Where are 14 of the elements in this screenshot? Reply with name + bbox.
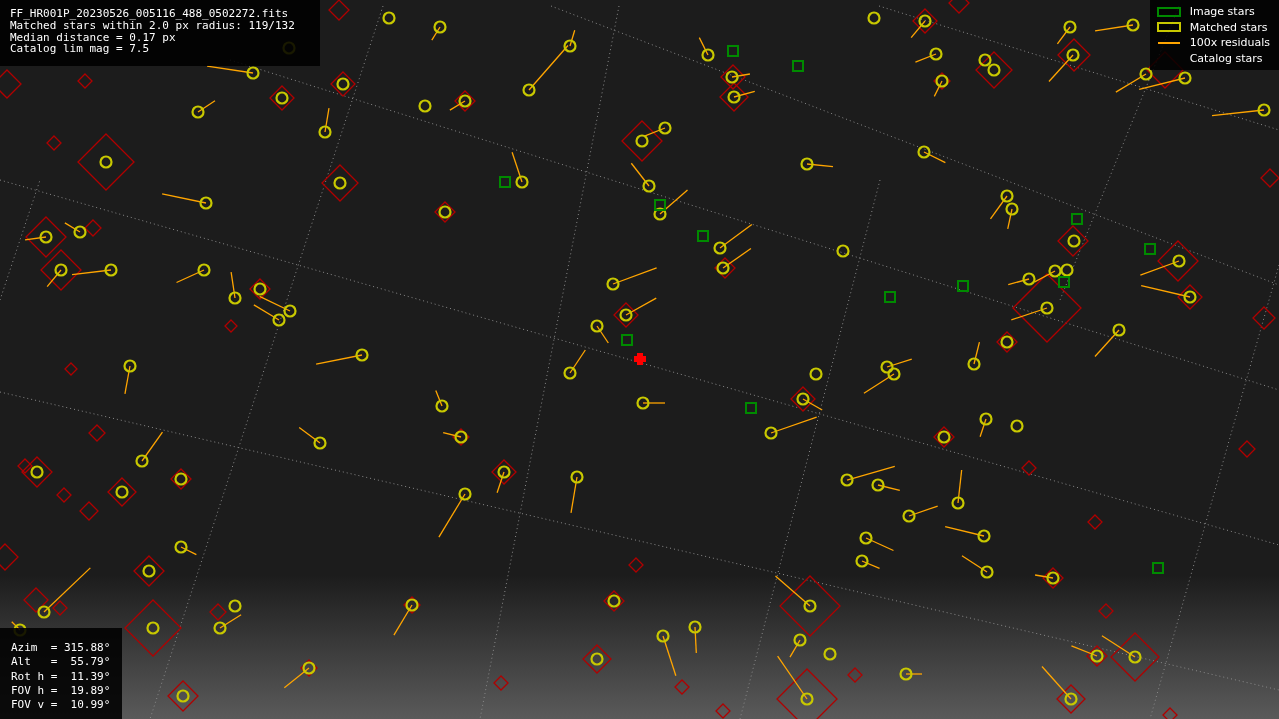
legend-label: Image stars: [1189, 5, 1255, 19]
info-line: Matched stars within 2.0 px radius: 119/132: [10, 19, 296, 32]
info-line: FF_HR001P_20230526_005116_488_0502272.fits: [10, 8, 290, 20]
info-line: Median distance = 0.17 px: [10, 31, 176, 44]
legend-label: Matched stars: [1189, 20, 1268, 34]
center-cross-icon: [634, 353, 646, 365]
info-line: Rot h = 11.39°: [11, 669, 111, 684]
info-line: FOV h = 19.89°: [11, 683, 111, 699]
info-line: Alt = 55.79°: [11, 655, 111, 670]
legend-label: Catalog stars: [1189, 51, 1263, 65]
info-line: Azim = 315.88°: [11, 641, 111, 656]
info-line: FOV v = 10.99°: [11, 698, 111, 713]
legend-label: 100x residuals: [1189, 36, 1270, 50]
info-line: Catalog lim mag = 7.5: [10, 43, 151, 56]
